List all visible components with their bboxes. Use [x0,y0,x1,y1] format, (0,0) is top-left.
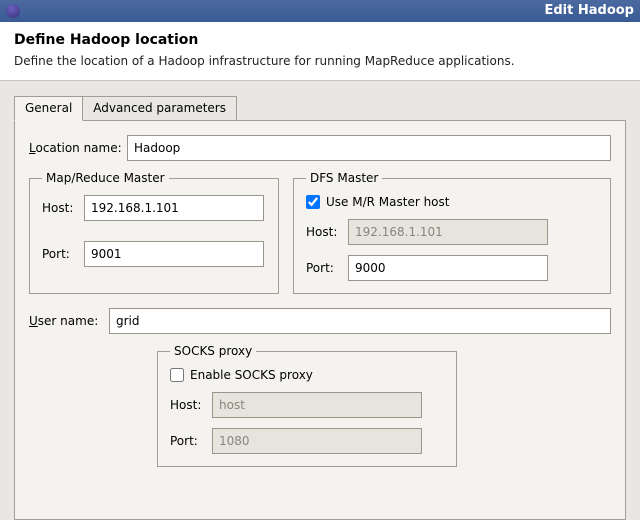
dfs-port-label: Port: [306,261,348,275]
eclipse-icon [6,4,20,18]
mapreduce-master-legend: Map/Reduce Master [42,171,169,185]
use-mr-host-label: Use M/R Master host [326,195,449,209]
socks-host-input [212,392,422,418]
dfs-master-group: DFS Master Use M/R Master host Host: Por… [293,171,611,294]
location-name-input[interactable] [127,135,611,161]
mr-host-label: Host: [42,201,84,215]
mr-host-input[interactable] [84,195,264,221]
dfs-host-input [348,219,548,245]
tab-strip: General Advanced parameters [14,96,626,121]
enable-socks-label: Enable SOCKS proxy [190,368,313,382]
titlebar: Edit Hadoop [0,0,640,22]
mr-port-input[interactable] [84,241,264,267]
dfs-host-label: Host: [306,225,348,239]
socks-host-label: Host: [170,398,212,412]
page-subtitle: Define the location of a Hadoop infrastr… [14,54,626,68]
location-name-label: Location name: [29,141,127,155]
window-title: Edit Hadoop [544,0,634,22]
dfs-master-legend: DFS Master [306,171,382,185]
dialog-header: Define Hadoop location Define the locati… [0,22,640,81]
tab-advanced[interactable]: Advanced parameters [83,96,237,121]
mapreduce-master-group: Map/Reduce Master Host: Port: [29,171,279,294]
use-mr-host-checkbox[interactable] [306,195,320,209]
socks-proxy-legend: SOCKS proxy [170,344,256,358]
socks-port-label: Port: [170,434,212,448]
user-name-label: User name: [29,314,109,328]
mr-port-label: Port: [42,247,84,261]
page-title: Define Hadoop location [14,32,626,48]
tab-panel-general: Location name: Map/Reduce Master Host: P… [14,120,626,520]
enable-socks-checkbox[interactable] [170,368,184,382]
socks-proxy-group: SOCKS proxy Enable SOCKS proxy Host: Por… [157,344,457,467]
socks-port-input [212,428,422,454]
dfs-port-input[interactable] [348,255,548,281]
user-name-input[interactable] [109,308,611,334]
tab-general[interactable]: General [14,96,83,121]
